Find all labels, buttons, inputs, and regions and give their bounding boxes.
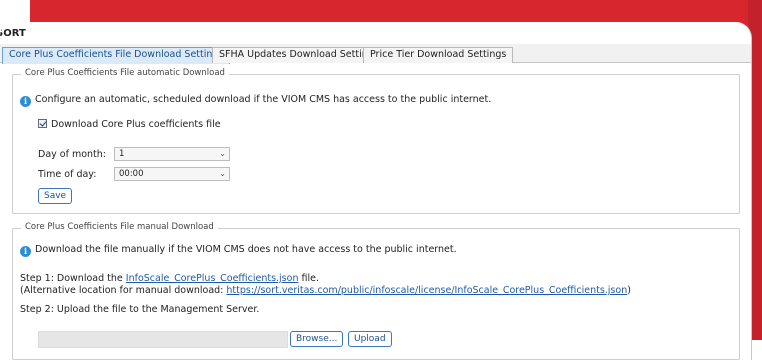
chevron-down-icon: ⌄	[219, 149, 226, 158]
tab-bar: Core Plus Coefficients File Download Set…	[0, 44, 751, 64]
step1-prefix: Step 1: Download the	[20, 273, 126, 284]
info-icon: i	[20, 246, 31, 257]
panel-title: SORT	[0, 28, 26, 39]
alternative-location-text: (Alternative location for manual downloa…	[20, 285, 631, 296]
step2-text: Step 2: Upload the file to the Managemen…	[20, 304, 260, 315]
tab-sfha-updates[interactable]: SFHA Updates Download Settings	[212, 47, 386, 63]
upload-button[interactable]: Upload	[348, 331, 392, 347]
step1-text: Step 1: Download the InfoScale_CorePlus_…	[20, 273, 319, 284]
manual-download-legend: Core Plus Coefficients File manual Downl…	[21, 222, 218, 232]
checkbox-checked-icon[interactable]	[38, 119, 47, 128]
manual-info: i Download the file manually if the VIOM …	[20, 244, 457, 257]
time-of-day-label: Time of day:	[38, 169, 97, 180]
day-of-month-label: Day of month:	[38, 149, 106, 160]
manual-info-text: Download the file manually if the VIOM C…	[35, 244, 457, 255]
time-of-day-select[interactable]: 00:00 ⌄	[114, 167, 230, 181]
time-of-day-value: 00:00	[119, 169, 144, 179]
tab-core-plus-coefficients[interactable]: Core Plus Coefficients File Download Set…	[2, 47, 231, 64]
alt-suffix: )	[627, 285, 631, 296]
settings-panel: SORT Core Plus Coefficients File Downloa…	[0, 22, 752, 360]
checkbox-label: Download Core Plus coefficients file	[51, 119, 221, 130]
alternative-download-link[interactable]: https://sort.veritas.com/public/infoscal…	[226, 285, 627, 296]
chevron-down-icon: ⌄	[219, 169, 226, 178]
coefficients-file-link[interactable]: InfoScale_CorePlus_Coefficients.json	[126, 273, 299, 284]
step1-suffix: file.	[298, 273, 319, 284]
browse-button[interactable]: Browse...	[290, 331, 344, 347]
automatic-info: i Configure an automatic, scheduled downl…	[20, 94, 491, 107]
file-path-field[interactable]	[38, 331, 288, 348]
alt-prefix: (Alternative location for manual downloa…	[20, 285, 227, 296]
download-coefficients-checkbox[interactable]: Download Core Plus coefficients file	[38, 119, 221, 130]
automatic-download-legend: Core Plus Coefficients File automatic Do…	[21, 68, 229, 78]
save-button[interactable]: Save	[38, 188, 73, 204]
info-icon: i	[20, 96, 31, 107]
day-of-month-value: 1	[119, 149, 125, 159]
automatic-info-text: Configure an automatic, scheduled downlo…	[35, 94, 492, 105]
day-of-month-select[interactable]: 1 ⌄	[114, 147, 230, 161]
tab-price-tier[interactable]: Price Tier Download Settings	[363, 47, 514, 63]
